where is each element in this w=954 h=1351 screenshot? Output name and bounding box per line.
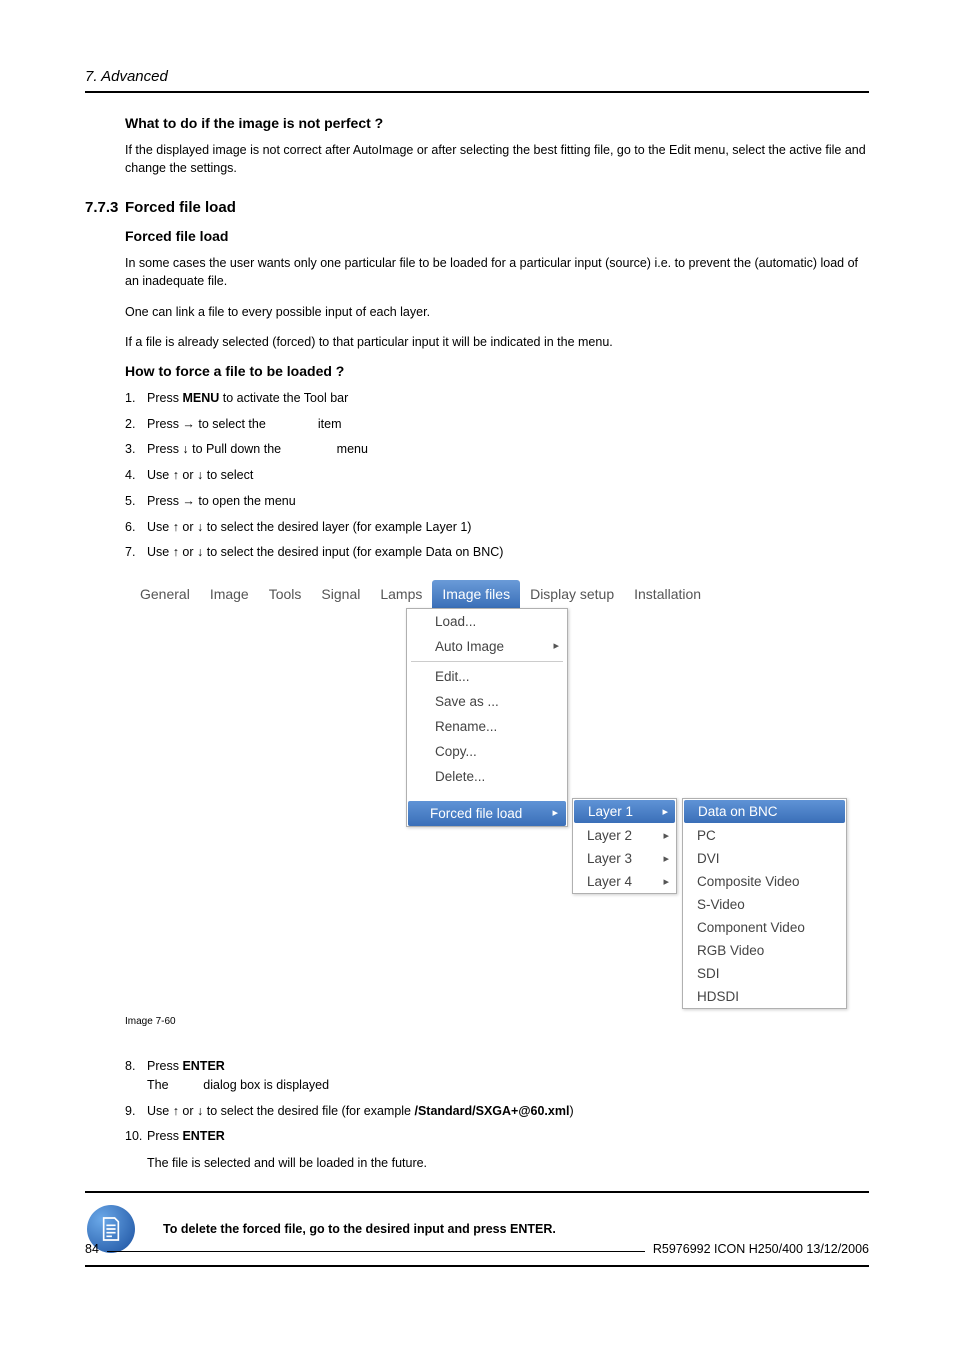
page-footer: 84 R5976992 ICON H250/400 13/12/2006 <box>85 1242 869 1256</box>
dd-copy[interactable]: Copy... <box>407 739 567 764</box>
dropdown-layers: Layer 1 Layer 2 Layer 3 Layer 4 <box>572 798 677 894</box>
step-1: 1.Press MENU to activate the Tool bar <box>125 389 869 408</box>
dd-rename[interactable]: Rename... <box>407 714 567 739</box>
chapter-header: 7. Advanced <box>85 68 869 93</box>
dd-forced-file-load[interactable]: Forced file load <box>408 801 566 826</box>
dd3-sdi[interactable]: SDI <box>683 962 846 985</box>
steps-list-2: 8. Press ENTER The dialog box is display… <box>125 1057 869 1173</box>
para-forced-3: If a file is already selected (forced) t… <box>125 333 869 351</box>
heading-not-perfect: What to do if the image is not perfect ? <box>125 115 869 131</box>
dd-delete[interactable]: Delete... <box>407 764 567 789</box>
dropdown-inputs: Data on BNC PC DVI Composite Video S-Vid… <box>682 798 847 1009</box>
steps-list-1: 1.Press MENU to activate the Tool bar 2.… <box>125 389 869 562</box>
step-3: 3.Press ↓ to Pull down the menu <box>125 440 869 459</box>
step-9: 9. Use ↑ or ↓ to select the desired file… <box>125 1102 869 1121</box>
step-7: 7.Use ↑ or ↓ to select the desired input… <box>125 543 869 562</box>
dd2-layer3[interactable]: Layer 3 <box>573 847 676 870</box>
dd2-layer4[interactable]: Layer 4 <box>573 870 676 893</box>
dd-gap <box>407 789 567 801</box>
dd2-layer1[interactable]: Layer 1 <box>574 800 675 823</box>
dd3-composite-video[interactable]: Composite Video <box>683 870 846 893</box>
dd3-data-on-bnc[interactable]: Data on BNC <box>684 800 845 823</box>
menu-figure: General Image Tools Signal Lamps Image f… <box>125 580 869 1010</box>
dropdown-image-files: Load... Auto Image Edit... Save as ... R… <box>406 608 568 827</box>
menu-image[interactable]: Image <box>200 580 259 608</box>
menu-signal[interactable]: Signal <box>311 580 370 608</box>
menu-installation[interactable]: Installation <box>624 580 711 608</box>
step-2: 2.Press → to select the item <box>125 415 869 434</box>
footer-rule <box>107 1251 645 1252</box>
step-8: 8. Press ENTER The dialog box is display… <box>125 1057 869 1095</box>
dd-separator <box>411 661 563 662</box>
para-not-perfect: If the displayed image is not correct af… <box>125 141 869 177</box>
menu-tools[interactable]: Tools <box>259 580 312 608</box>
section-number: 7.7.3 <box>85 199 125 216</box>
dd3-hdsdi[interactable]: HDSDI <box>683 985 846 1008</box>
section-title: Forced file load <box>125 199 236 216</box>
figure-caption: Image 7-60 <box>125 1016 869 1027</box>
para-forced-1: In some cases the user wants only one pa… <box>125 254 869 290</box>
note-text: To delete the forced file, go to the des… <box>163 1222 556 1236</box>
dd3-dvi[interactable]: DVI <box>683 847 846 870</box>
dd3-component-video[interactable]: Component Video <box>683 916 846 939</box>
heading-forced: Forced file load <box>125 228 869 244</box>
step-5: 5.Press → to open the menu <box>125 492 869 511</box>
dd-auto-image[interactable]: Auto Image <box>407 634 567 659</box>
menu-image-files[interactable]: Image files <box>432 580 520 608</box>
dd-load[interactable]: Load... <box>407 609 567 634</box>
step-6: 6.Use ↑ or ↓ to select the desired layer… <box>125 518 869 537</box>
doc-id: R5976992 ICON H250/400 13/12/2006 <box>653 1242 869 1256</box>
dd3-s-video[interactable]: S-Video <box>683 893 846 916</box>
para-forced-2: One can link a file to every possible in… <box>125 303 869 321</box>
dd3-rgb-video[interactable]: RGB Video <box>683 939 846 962</box>
dd3-pc[interactable]: PC <box>683 824 846 847</box>
step-4: 4.Use ↑ or ↓ to select <box>125 466 869 485</box>
dd-edit[interactable]: Edit... <box>407 664 567 689</box>
menu-display-setup[interactable]: Display setup <box>520 580 624 608</box>
dd-save-as[interactable]: Save as ... <box>407 689 567 714</box>
heading-howto: How to force a file to be loaded ? <box>125 363 869 379</box>
dd2-layer2[interactable]: Layer 2 <box>573 824 676 847</box>
menu-bar: General Image Tools Signal Lamps Image f… <box>130 580 870 608</box>
step-10: 10. Press ENTER The file is selected and… <box>125 1127 869 1173</box>
page-number: 84 <box>85 1242 99 1256</box>
menu-lamps[interactable]: Lamps <box>370 580 432 608</box>
menu-general[interactable]: General <box>130 580 200 608</box>
